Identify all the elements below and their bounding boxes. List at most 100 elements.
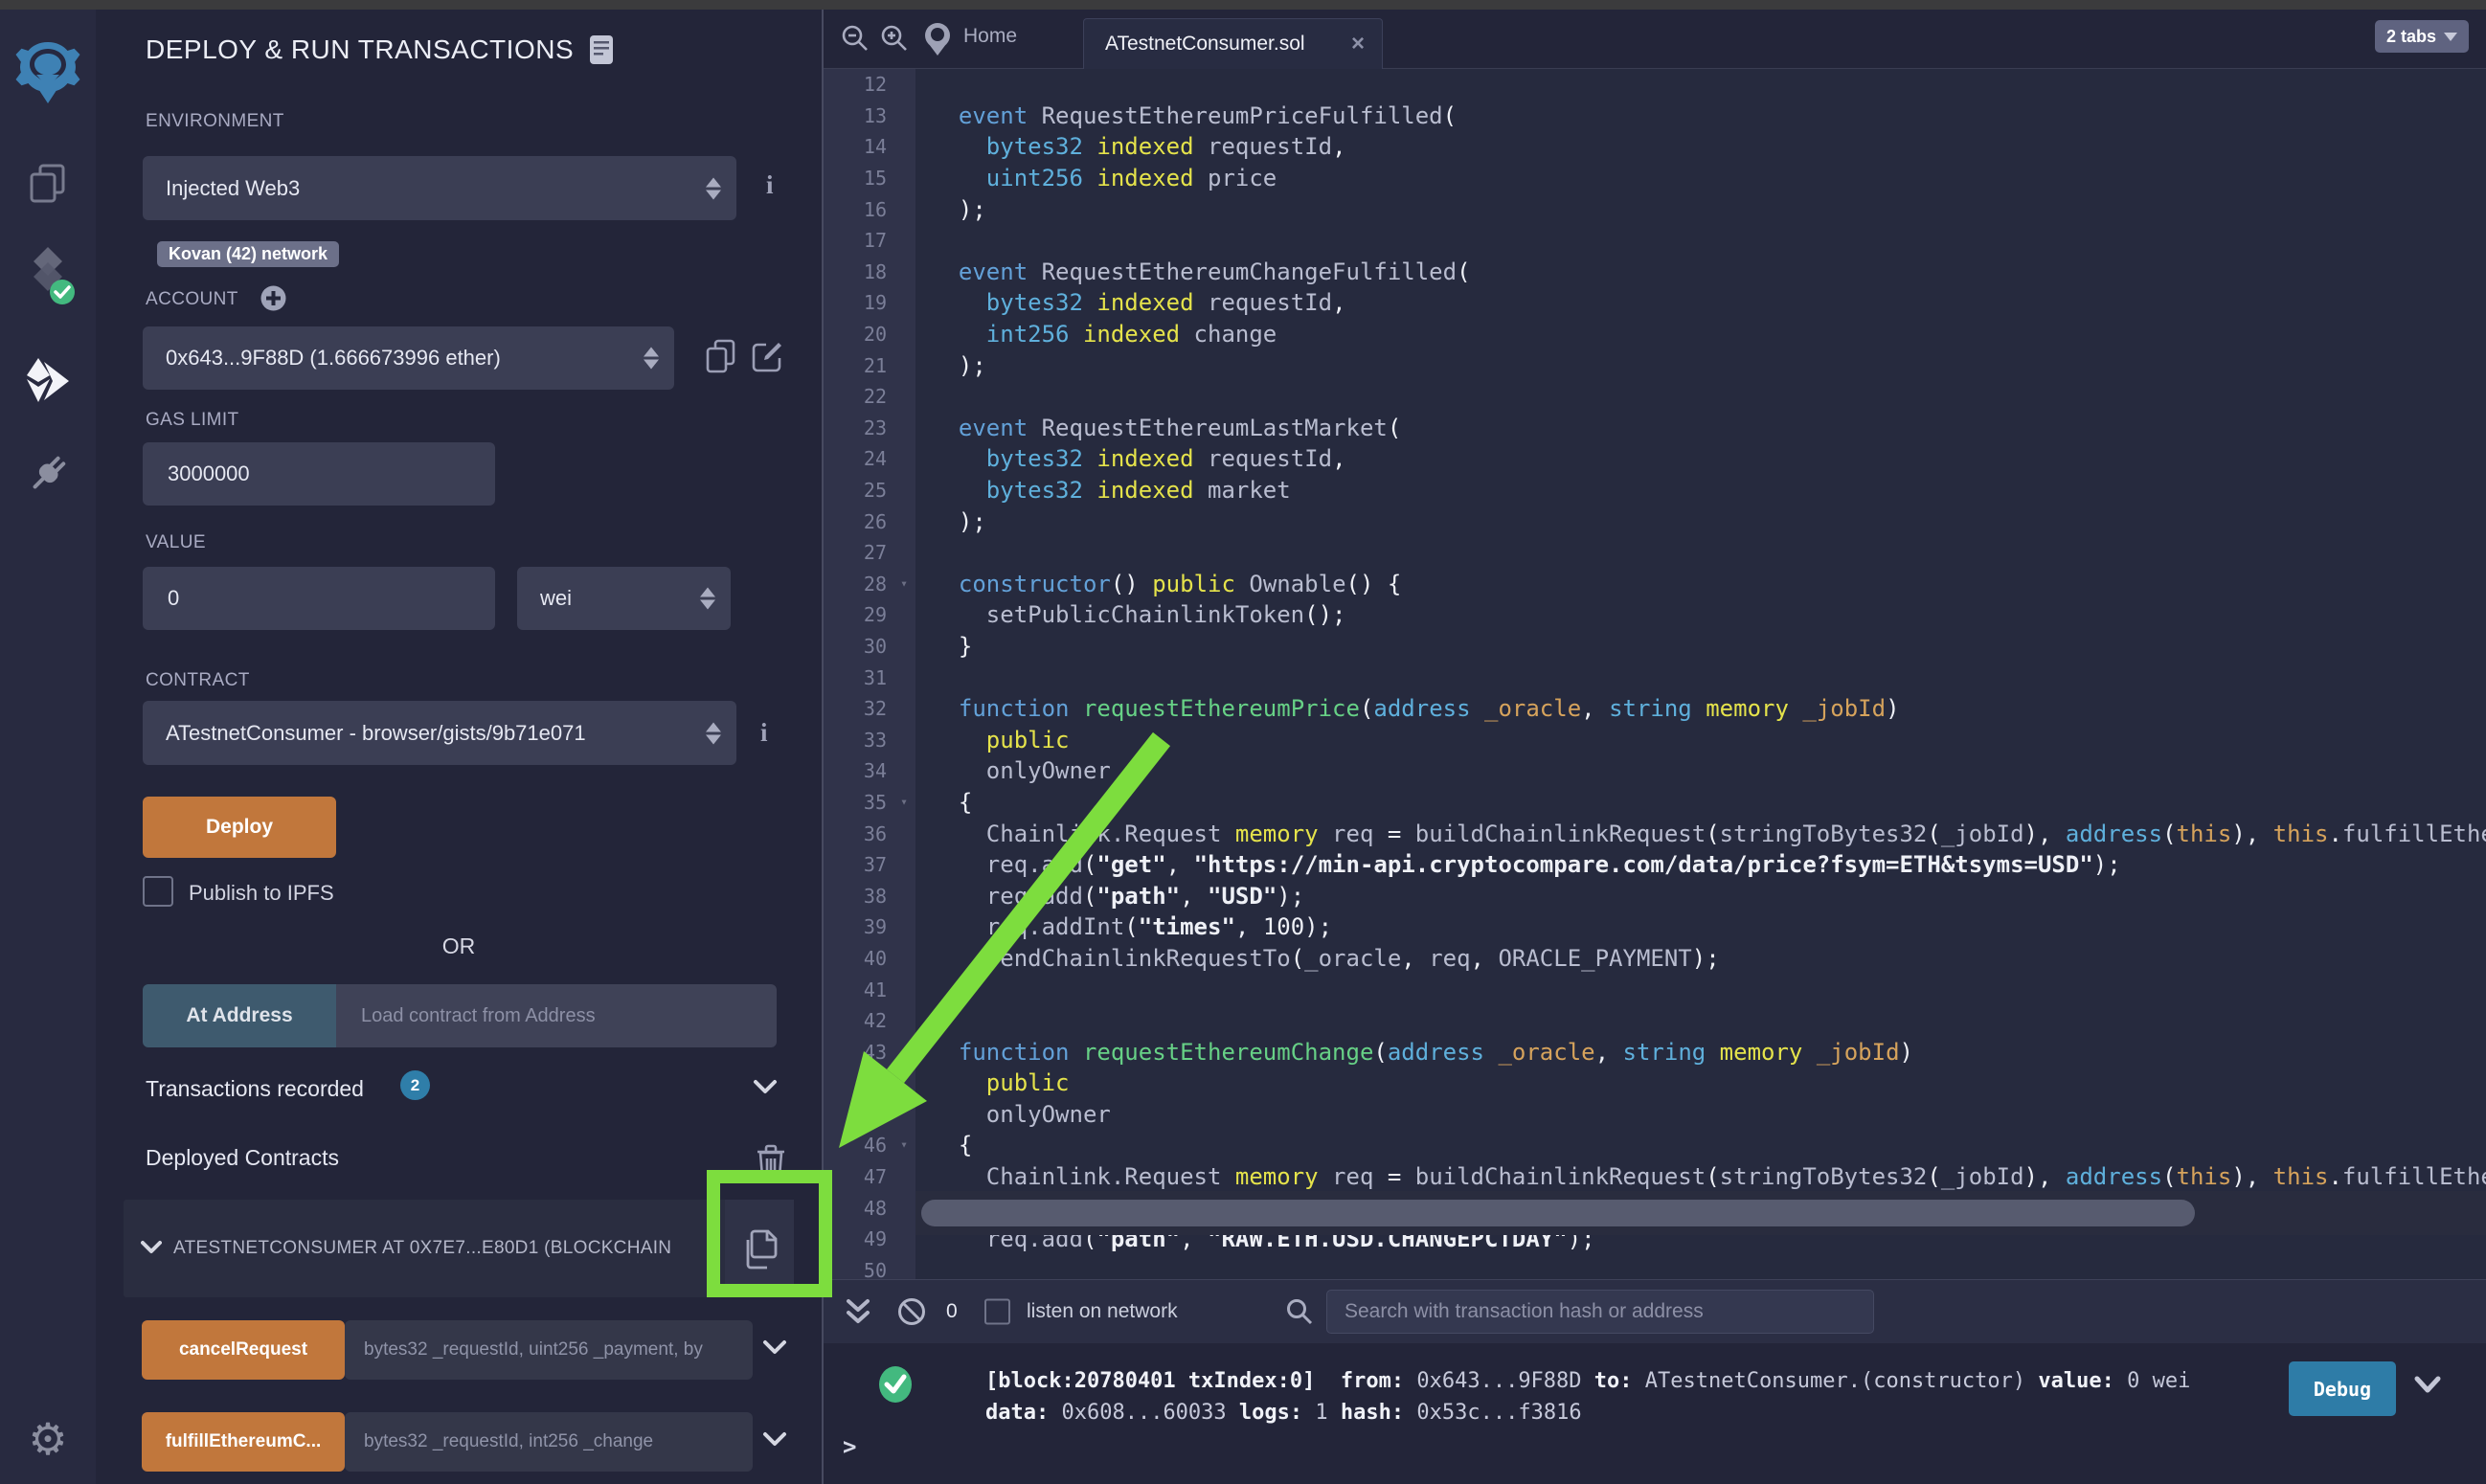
fold-marker-icon[interactable]: ▾: [900, 576, 908, 591]
contract-value: ATestnetConsumer - browser/gists/9b71e07…: [166, 721, 586, 746]
terminal-search-input[interactable]: [1343, 1299, 1858, 1324]
code-line: 45 onlyOwner: [824, 1099, 2486, 1131]
fulfill-params-input[interactable]: [362, 1430, 735, 1453]
code-text: }: [915, 977, 2486, 1003]
plugin-manager-icon[interactable]: [22, 448, 74, 500]
environment-info-icon[interactable]: i: [766, 170, 774, 200]
trash-icon[interactable]: [757, 1143, 785, 1180]
account-value: 0x643...9F88D (1.666673996 ether): [166, 346, 501, 371]
value-input[interactable]: [166, 585, 457, 612]
hscrollbar-thumb[interactable]: [921, 1200, 2195, 1226]
line-number: 47: [824, 1165, 915, 1188]
gas-limit-label: GAS LIMIT: [146, 410, 239, 431]
fulfill-ethereum-change-button[interactable]: fulfillEthereumC...: [142, 1412, 345, 1472]
deploy-button[interactable]: Deploy: [143, 797, 336, 858]
deployed-contracts-label: Deployed Contracts: [146, 1145, 339, 1171]
code-line: 29 setPublicChainlinkToken();: [824, 599, 2486, 631]
code-line: 24 bytes32 indexed requestId,: [824, 443, 2486, 475]
publish-ipfs-checkbox[interactable]: [143, 876, 173, 907]
value-unit: wei: [540, 586, 572, 611]
code-text: event RequestEthereumChangeFulfilled(: [915, 259, 2486, 285]
code-text: bytes32 indexed requestId,: [915, 289, 2486, 316]
account-select[interactable]: 0x643...9F88D (1.666673996 ether): [143, 326, 674, 390]
zoom-out-icon[interactable]: [841, 24, 870, 53]
code-text: public: [915, 727, 2486, 753]
network-badge: Kovan (42) network: [157, 241, 339, 267]
tabs-count-dropdown[interactable]: 2 tabs: [2375, 20, 2469, 53]
at-address-button[interactable]: At Address: [143, 984, 336, 1047]
code-text: {: [915, 789, 2486, 816]
or-text: OR: [96, 933, 822, 959]
code-editor[interactable]: 1213 event RequestEthereumPriceFulfilled…: [824, 69, 2486, 1279]
line-number: 25: [824, 479, 915, 502]
cancel-request-button[interactable]: cancelRequest: [142, 1320, 345, 1380]
debug-button[interactable]: Debug: [2289, 1361, 2396, 1416]
code-text: event RequestEthereumPriceFulfilled(: [915, 102, 2486, 129]
code-text: constructor() public Ownable() {: [915, 571, 2486, 597]
tx-expand-chevron-icon[interactable]: [2413, 1374, 2442, 1395]
environment-select[interactable]: Injected Web3: [143, 156, 736, 220]
value-unit-select[interactable]: wei: [517, 567, 731, 630]
file-explorer-icon[interactable]: [25, 161, 71, 207]
cancel-request-params-field: [345, 1320, 753, 1380]
icon-rail: ⚙: [0, 10, 96, 1484]
transaction-log[interactable]: [block:20780401 txIndex:0] from: 0x643..…: [985, 1365, 2190, 1428]
home-tab-remix-icon[interactable]: [921, 21, 954, 57]
line-number: 31: [824, 666, 915, 689]
line-number: 15: [824, 167, 915, 190]
close-tab-icon[interactable]: ×: [1351, 33, 1365, 56]
clear-console-icon[interactable]: [896, 1296, 927, 1327]
tab-home[interactable]: Home: [963, 25, 1017, 48]
edit-account-icon[interactable]: [751, 339, 785, 373]
solidity-compiler-icon[interactable]: [18, 244, 78, 307]
line-number: 14: [824, 135, 915, 158]
code-line: 15 uint256 indexed price: [824, 163, 2486, 194]
code-text: Chainlink.Request memory req = buildChai…: [915, 1163, 2486, 1190]
function-expand-chevron-icon[interactable]: [762, 1338, 787, 1356]
zoom-in-icon[interactable]: [880, 24, 909, 53]
at-address-input[interactable]: [359, 1004, 738, 1028]
environment-label: ENVIRONMENT: [146, 111, 284, 132]
deploy-and-run-icon[interactable]: [23, 356, 73, 406]
code-line: 18 event RequestEthereumChangeFulfilled(: [824, 257, 2486, 288]
terminal-prompt[interactable]: >: [843, 1433, 856, 1460]
code-text: bytes32 indexed requestId,: [915, 133, 2486, 160]
settings-gear-icon[interactable]: ⚙: [28, 1417, 67, 1461]
code-line: 21 );: [824, 349, 2486, 381]
contract-info-icon[interactable]: i: [760, 718, 768, 748]
line-number: 22: [824, 385, 915, 408]
line-number: 50: [824, 1259, 915, 1279]
transactions-recorded-label: Transactions recorded: [146, 1076, 364, 1102]
log-line: [block:20780401 txIndex:0] from: 0x643..…: [985, 1365, 2190, 1397]
fold-marker-icon[interactable]: ▾: [900, 1138, 908, 1153]
code-line: 50: [824, 1255, 2486, 1279]
environment-value: Injected Web3: [166, 176, 300, 201]
transactions-chevron-icon[interactable]: [753, 1078, 778, 1095]
caret-down-icon: [2444, 33, 2457, 41]
code-line: 19 bytes32 indexed requestId,: [824, 287, 2486, 319]
code-line: 14 bytes32 indexed requestId,: [824, 131, 2486, 163]
line-number: 19: [824, 291, 915, 314]
expand-terminal-icon[interactable]: [845, 1295, 871, 1328]
contract-select[interactable]: ATestnetConsumer - browser/gists/9b71e07…: [143, 701, 736, 765]
add-account-icon[interactable]: [260, 285, 286, 311]
copy-address-icon[interactable]: [741, 1228, 780, 1270]
code-line: 30 }: [824, 631, 2486, 663]
line-number: 40: [824, 947, 915, 970]
remix-logo-icon[interactable]: [11, 36, 84, 109]
line-number: 44: [824, 1071, 915, 1094]
gas-limit-input[interactable]: [166, 461, 457, 487]
doc-icon[interactable]: [589, 34, 614, 65]
tab-atestnetconsumer[interactable]: ATestnetConsumer.sol ×: [1083, 18, 1383, 69]
fold-marker-icon[interactable]: ▾: [900, 795, 908, 809]
listen-network-checkbox[interactable]: [984, 1299, 1010, 1325]
contract-expand-chevron-icon[interactable]: [141, 1240, 162, 1255]
line-number: 46▾: [824, 1134, 915, 1157]
line-number: 24: [824, 447, 915, 470]
remix-ide-window: ⚙ DEPLOY & RUN TRANSACTIONS ENVIRONMENT …: [0, 0, 2486, 1484]
code-text: onlyOwner: [915, 1101, 2486, 1128]
deployed-contract-card[interactable]: ATESTNETCONSUMER AT 0X7E7...E80D1 (BLOCK…: [124, 1200, 794, 1297]
cancel-request-params-input[interactable]: [362, 1338, 735, 1361]
function-expand-chevron-icon[interactable]: [762, 1430, 787, 1448]
copy-account-icon[interactable]: [705, 339, 737, 375]
